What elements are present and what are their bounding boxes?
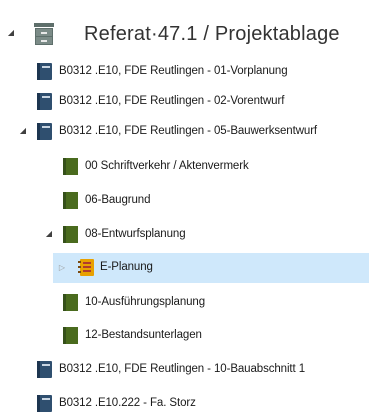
register-icon — [78, 259, 95, 276]
folder-icon — [62, 192, 79, 209]
binder-icon — [36, 93, 53, 110]
tree-item-label: B0312 .E10, FDE Reutlingen - 05-Bauwerks… — [59, 125, 318, 137]
binder-icon — [36, 361, 53, 378]
tree-item-entwurfsplanung[interactable]: ◢ 08-Entwurfsplanung — [0, 220, 369, 249]
tree-root-node[interactable]: ◢ Referat·47.1 / Projektablage — [0, 18, 369, 52]
tree-item-ausfuehrungsplanung[interactable]: 10-Ausführungsplanung — [0, 288, 369, 317]
binder-icon — [36, 123, 53, 140]
tree-item-baugrund[interactable]: 06-Baugrund — [0, 186, 369, 215]
folder-icon — [62, 226, 79, 243]
binder-icon — [36, 63, 53, 80]
tree-item-bauabschnitt-1[interactable]: B0312 .E10, FDE Reutlingen - 10-Bauabsch… — [0, 355, 369, 384]
tree-item-label: 06-Baugrund — [85, 194, 151, 206]
tree-item-schriftverkehr[interactable]: 00 Schriftverkehr / Aktenvermerk — [0, 152, 369, 181]
expanded-arrow-icon[interactable]: ◢ — [44, 229, 54, 239]
tree-item-e-planung[interactable]: ▷ E-Planung — [0, 253, 369, 283]
tree-item-label: B0312 .E10, FDE Reutlingen - 10-Bauabsch… — [59, 363, 305, 375]
tree-item-label: 10-Ausführungsplanung — [85, 296, 206, 308]
expanded-arrow-icon[interactable]: ◢ — [18, 126, 28, 136]
tree-root-label: Referat·47.1 / Projektablage — [84, 23, 340, 45]
project-tree: ◢ Referat·47.1 / Projektablage B0312 .E1… — [0, 0, 369, 412]
tree-item-label: 12-Bestandsunterlagen — [85, 329, 202, 341]
tree-item-vorentwurf[interactable]: B0312 .E10, FDE Reutlingen - 02-Vorentwu… — [0, 87, 369, 116]
tree-item-label: E-Planung — [100, 261, 153, 273]
tree-item-bestandsunterlagen[interactable]: 12-Bestandsunterlagen — [0, 321, 369, 350]
tree-item-label: B0312 .E10, FDE Reutlingen - 01-Vorplanu… — [59, 65, 288, 77]
tree-item-label: B0312 .E10.222 - Fa. Storz — [59, 397, 196, 409]
expanded-arrow-icon[interactable]: ◢ — [6, 28, 16, 38]
folder-icon — [62, 294, 79, 311]
tree-item-label: 08-Entwurfsplanung — [85, 228, 186, 240]
binder-icon — [36, 395, 53, 412]
tree-item-vorplanung[interactable]: B0312 .E10, FDE Reutlingen - 01-Vorplanu… — [0, 57, 369, 86]
tree-item-fa-storz[interactable]: B0312 .E10.222 - Fa. Storz — [0, 389, 369, 412]
tree-item-label: B0312 .E10, FDE Reutlingen - 02-Vorentwu… — [59, 95, 285, 107]
collapsed-arrow-icon[interactable]: ▷ — [57, 263, 67, 273]
tree-item-label: 00 Schriftverkehr / Aktenvermerk — [85, 160, 249, 172]
tree-item-bauwerksentwurf[interactable]: ◢ B0312 .E10, FDE Reutlingen - 05-Bauwer… — [0, 117, 369, 146]
archive-cabinet-icon — [34, 23, 54, 45]
folder-icon — [62, 158, 79, 175]
folder-icon — [62, 327, 79, 344]
